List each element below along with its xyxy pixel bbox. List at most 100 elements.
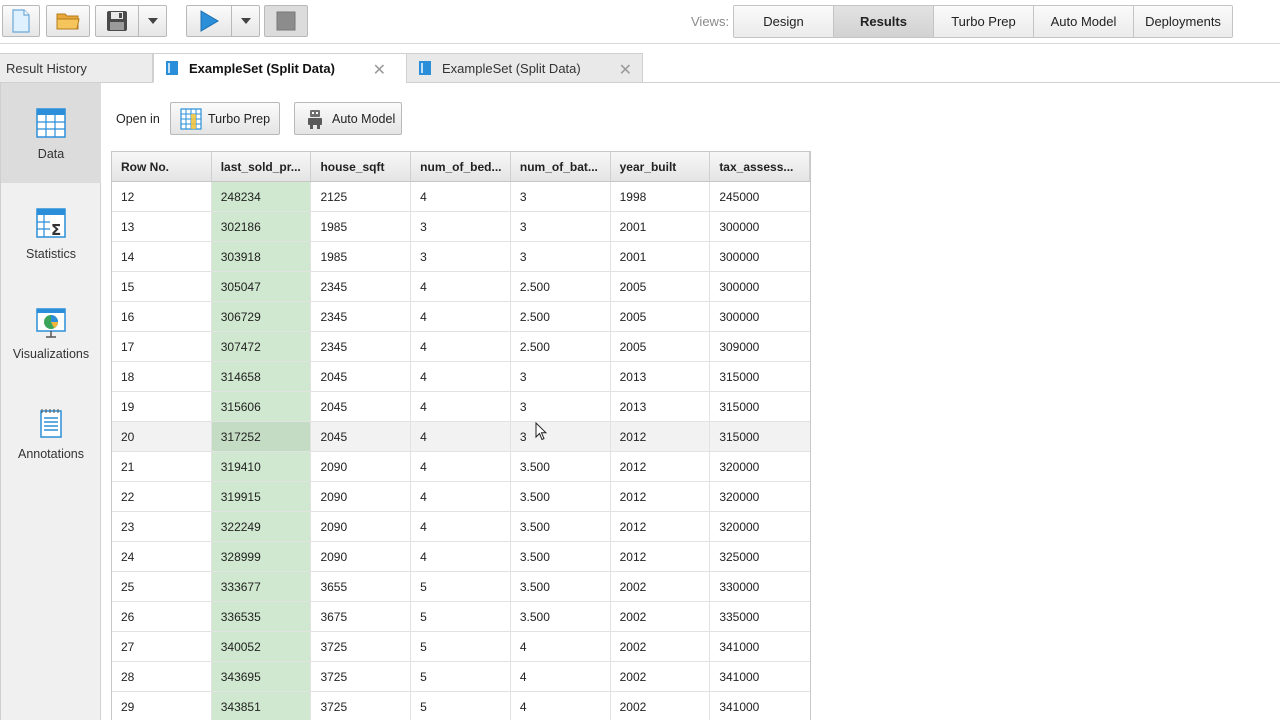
column-header[interactable]: last_sold_pr... [211,152,312,181]
table-row[interactable]: 12 248234 2125 4 3 1998 245000 [112,182,810,212]
table-row[interactable]: 26 336535 3675 5 3.500 2002 335000 [112,602,810,632]
table-cell: 2045 [311,392,412,421]
table-row[interactable]: 20 317252 2045 4 3 2012 315000 [112,422,810,452]
table-cell: 322249 [211,512,312,541]
annotations-icon [40,409,62,438]
table-cell: 306729 [211,302,312,331]
table-cell: 2012 [611,422,711,451]
table-cell: 16 [112,302,212,331]
table-row[interactable]: 18 314658 2045 4 3 2013 315000 [112,362,810,392]
table-cell: 15 [112,272,212,301]
table-cell: 5 [411,692,511,720]
table-cell: 2002 [611,632,711,661]
run-dropdown-button[interactable] [231,5,260,37]
table-row[interactable]: 23 322249 2090 4 3.500 2012 320000 [112,512,810,542]
column-header[interactable]: num_of_bat... [511,152,611,181]
view-results-button[interactable]: Results [834,6,934,37]
table-row[interactable]: 19 315606 2045 4 3 2013 315000 [112,392,810,422]
mouse-cursor-icon [535,422,547,441]
table-row[interactable]: 17 307472 2345 4 2.500 2005 309000 [112,332,810,362]
table-cell: 3725 [311,662,412,691]
table-cell: 315000 [719,429,760,444]
table-cell: 341000 [719,669,760,684]
table-cell: 2012 [611,452,711,481]
table-cell: 4 [411,512,511,541]
tab-label: ExampleSet (Split Data) [189,60,335,76]
table-cell: 320000 [719,519,760,534]
table-cell: 300000 [719,219,760,234]
column-header[interactable]: year_built [611,152,711,181]
save-process-button[interactable] [95,5,139,37]
table-cell: 4 [411,182,511,211]
table-cell: 3725 [311,692,412,720]
table-row[interactable]: 16 306729 2345 4 2.500 2005 300000 [112,302,810,332]
result-history-tab[interactable]: Result History [0,53,153,83]
table-row[interactable]: 29 343851 3725 5 4 2002 341000 [112,692,810,720]
table-cell: 336535 [211,602,312,631]
open-in-turbo-prep-button[interactable]: Turbo Prep [170,102,280,135]
table-cell: 2002 [611,572,711,601]
table-cell: 5 [411,632,511,661]
table-cell: 2.500 [511,302,611,331]
table-row[interactable]: 21 319410 2090 4 3.500 2012 320000 [112,452,810,482]
view-turbo-prep-button[interactable]: Turbo Prep [934,6,1034,37]
table-row[interactable]: 14 303918 1985 3 3 2001 300000 [112,242,810,272]
table-cell: 4 [411,302,511,331]
table-cell: 3.500 [511,452,611,481]
tab-exampleset-1[interactable]: ExampleSet (Split Data) ✕ [153,53,407,83]
sidebar-item-label: Statistics [25,247,76,261]
table-cell: 317252 [211,422,312,451]
new-process-button[interactable] [2,5,40,37]
visualizations-icon [36,308,66,338]
table-cell: 300000 [719,279,760,294]
tab-exampleset-2[interactable]: ExampleSet (Split Data) ✕ [406,53,643,83]
table-row[interactable]: 22 319915 2090 4 3.500 2012 320000 [112,482,810,512]
table-cell: 4 [511,632,611,661]
table-cell: 2345 [311,302,412,331]
table-row[interactable]: 27 340052 3725 5 4 2002 341000 [112,632,810,662]
table-cell: 19 [112,392,212,421]
table-cell: 2045 [311,362,412,391]
close-icon[interactable]: ✕ [619,60,632,80]
table-cell: 2013 [611,392,711,421]
table-cell: 341000 [719,699,760,714]
table-cell: 4 [411,542,511,571]
open-in-auto-model-button[interactable]: Auto Model [294,102,402,135]
sidebar-item-annotations[interactable]: Annotations [1,383,101,483]
button-label: Auto Model [332,111,396,126]
table-row[interactable]: 28 343695 3725 5 4 2002 341000 [112,662,810,692]
table-cell: 300000 [719,309,760,324]
table-cell: 22 [112,482,212,511]
table-row[interactable]: 24 328999 2090 4 3.500 2012 325000 [112,542,810,572]
column-header[interactable]: Row No. [112,152,212,181]
sidebar-item-data[interactable]: Data [1,83,101,183]
run-process-button[interactable] [186,5,232,37]
table-cell: 4 [411,482,511,511]
table-cell: 3 [511,362,611,391]
column-header[interactable]: house_sqft [311,152,412,181]
table-cell: 320000 [719,459,760,474]
column-header[interactable]: tax_assess... [710,152,811,181]
open-process-button[interactable] [46,5,90,37]
table-cell: 4 [411,452,511,481]
sidebar-item-statistics[interactable]: Σ Statistics [1,183,101,283]
view-design-button[interactable]: Design [734,6,834,37]
view-deployments-button[interactable]: Deployments [1134,6,1232,37]
table-cell: 4 [411,422,511,451]
table-row[interactable]: 15 305047 2345 4 2.500 2005 300000 [112,272,810,302]
column-header[interactable]: num_of_bed... [411,152,511,181]
save-dropdown-button[interactable] [138,5,167,37]
table-cell: 3.500 [511,482,611,511]
stop-process-button[interactable] [264,5,308,37]
table-cell: 4 [411,392,511,421]
table-cell: 4 [411,332,511,361]
table-cell: 303918 [211,242,312,271]
close-icon[interactable]: ✕ [373,60,386,80]
table-cell: 2045 [311,422,412,451]
table-row[interactable]: 25 333677 3655 5 3.500 2002 330000 [112,572,810,602]
table-row[interactable]: 13 302186 1985 3 3 2001 300000 [112,212,810,242]
table-cell: 3.500 [511,572,611,601]
table-cell: 5 [411,602,511,631]
view-auto-model-button[interactable]: Auto Model [1034,6,1134,37]
sidebar-item-visualizations[interactable]: Visualizations [1,283,101,383]
